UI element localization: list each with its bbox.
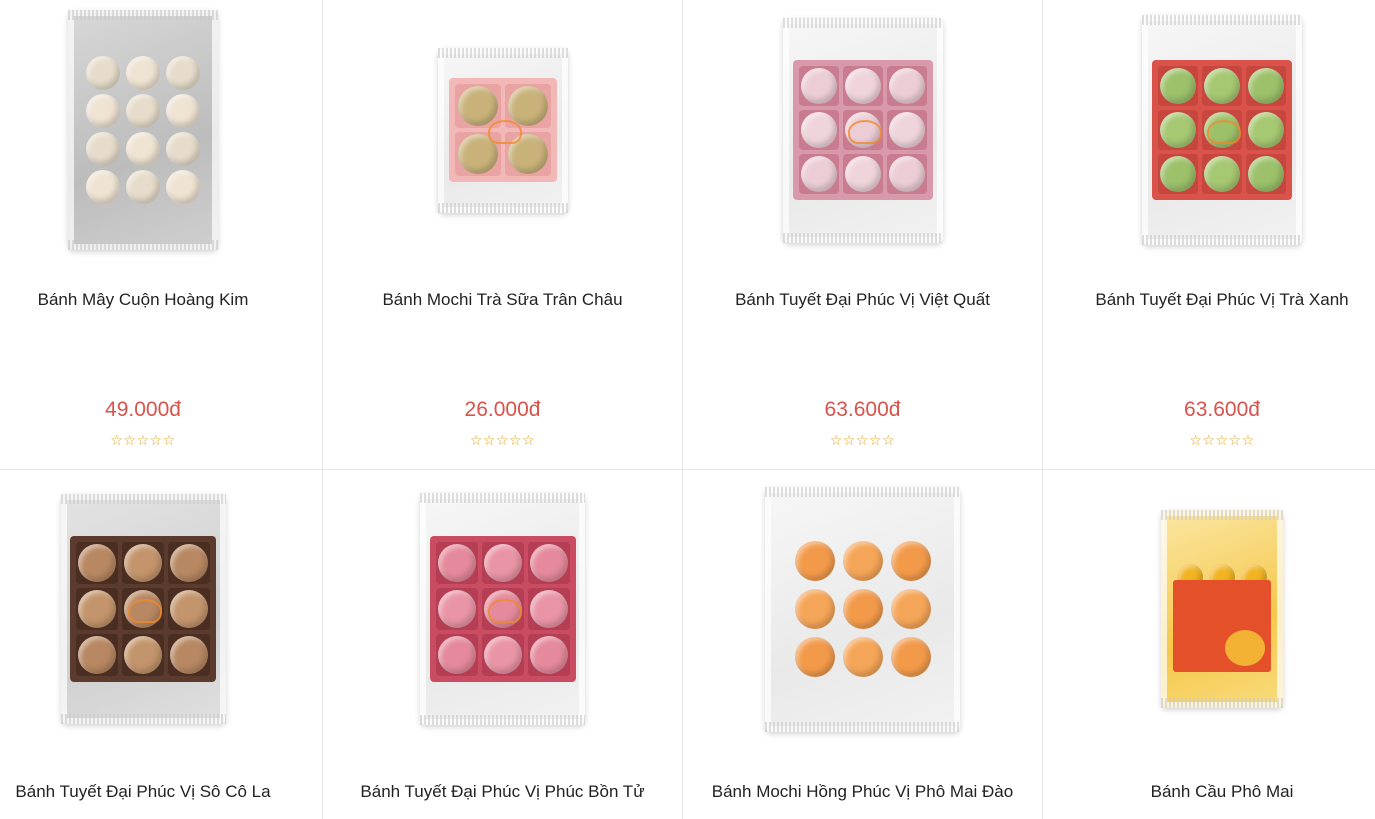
product-image[interactable] bbox=[0, 0, 322, 260]
product-name[interactable]: Bánh Tuyết Đại Phúc Vị Trà Xanh bbox=[1043, 290, 1375, 310]
brand-logo-icon bbox=[128, 599, 162, 623]
product-card[interactable]: Bánh Mochi Trà Sữa Trân Châu 26.000đ ☆☆☆… bbox=[323, 0, 682, 469]
product-price: 63.600đ bbox=[1184, 398, 1260, 421]
brand-logo-icon bbox=[847, 120, 882, 144]
package-label bbox=[1173, 580, 1271, 672]
brand-logo-icon bbox=[487, 120, 522, 144]
product-name[interactable]: Bánh Cầu Phô Mai bbox=[1043, 782, 1375, 802]
brand-logo-icon bbox=[1207, 120, 1241, 144]
product-card[interactable]: Bánh Tuyết Đại Phúc Vị Việt Quất 63.600đ… bbox=[683, 0, 1042, 469]
product-name[interactable]: Bánh Mochi Trà Sữa Trân Châu bbox=[323, 290, 682, 310]
product-name[interactable]: Bánh Mochi Hồng Phúc Vị Phô Mai Đào bbox=[683, 782, 1042, 802]
product-card[interactable]: Bánh Tuyết Đại Phúc Vị Phúc Bồn Tử bbox=[323, 470, 682, 819]
product-name[interactable]: Bánh Mây Cuộn Hoàng Kim bbox=[0, 290, 322, 310]
product-name[interactable]: Bánh Tuyết Đại Phúc Vị Sô Cô La bbox=[0, 782, 322, 802]
product-name[interactable]: Bánh Tuyết Đại Phúc Vị Phúc Bồn Tử bbox=[323, 782, 682, 802]
brand-logo-icon bbox=[487, 599, 522, 623]
product-price: 26.000đ bbox=[464, 398, 541, 421]
product-card[interactable]: Bánh Mochi Hồng Phúc Vị Phô Mai Đào bbox=[683, 470, 1042, 819]
product-card[interactable]: Bánh Tuyết Đại Phúc Vị Sô Cô La bbox=[0, 470, 322, 819]
product-image[interactable] bbox=[1043, 470, 1375, 748]
product-grid: Bánh Mây Cuộn Hoàng Kim 49.000đ ☆☆☆☆☆ Bá… bbox=[0, 0, 1375, 819]
star-rating-icon: ☆☆☆☆☆ bbox=[829, 432, 896, 448]
star-rating-icon: ☆☆☆☆☆ bbox=[110, 432, 176, 448]
product-name[interactable]: Bánh Tuyết Đại Phúc Vị Việt Quất bbox=[683, 290, 1042, 310]
product-card[interactable]: Bánh Cầu Phô Mai bbox=[1043, 470, 1375, 819]
product-card[interactable]: Bánh Tuyết Đại Phúc Vị Trà Xanh 63.600đ … bbox=[1043, 0, 1375, 469]
star-rating-icon: ☆☆☆☆☆ bbox=[1189, 432, 1255, 448]
product-price: 49.000đ bbox=[105, 398, 181, 421]
product-price: 63.600đ bbox=[824, 398, 901, 421]
product-image[interactable] bbox=[1043, 0, 1375, 260]
product-image[interactable] bbox=[683, 470, 1042, 748]
product-image[interactable] bbox=[323, 470, 682, 748]
product-image[interactable] bbox=[683, 0, 1042, 260]
star-rating-icon: ☆☆☆☆☆ bbox=[469, 432, 536, 448]
product-card[interactable]: Bánh Mây Cuộn Hoàng Kim 49.000đ ☆☆☆☆☆ bbox=[0, 0, 322, 469]
product-image[interactable] bbox=[0, 470, 322, 748]
product-image[interactable] bbox=[323, 0, 682, 260]
